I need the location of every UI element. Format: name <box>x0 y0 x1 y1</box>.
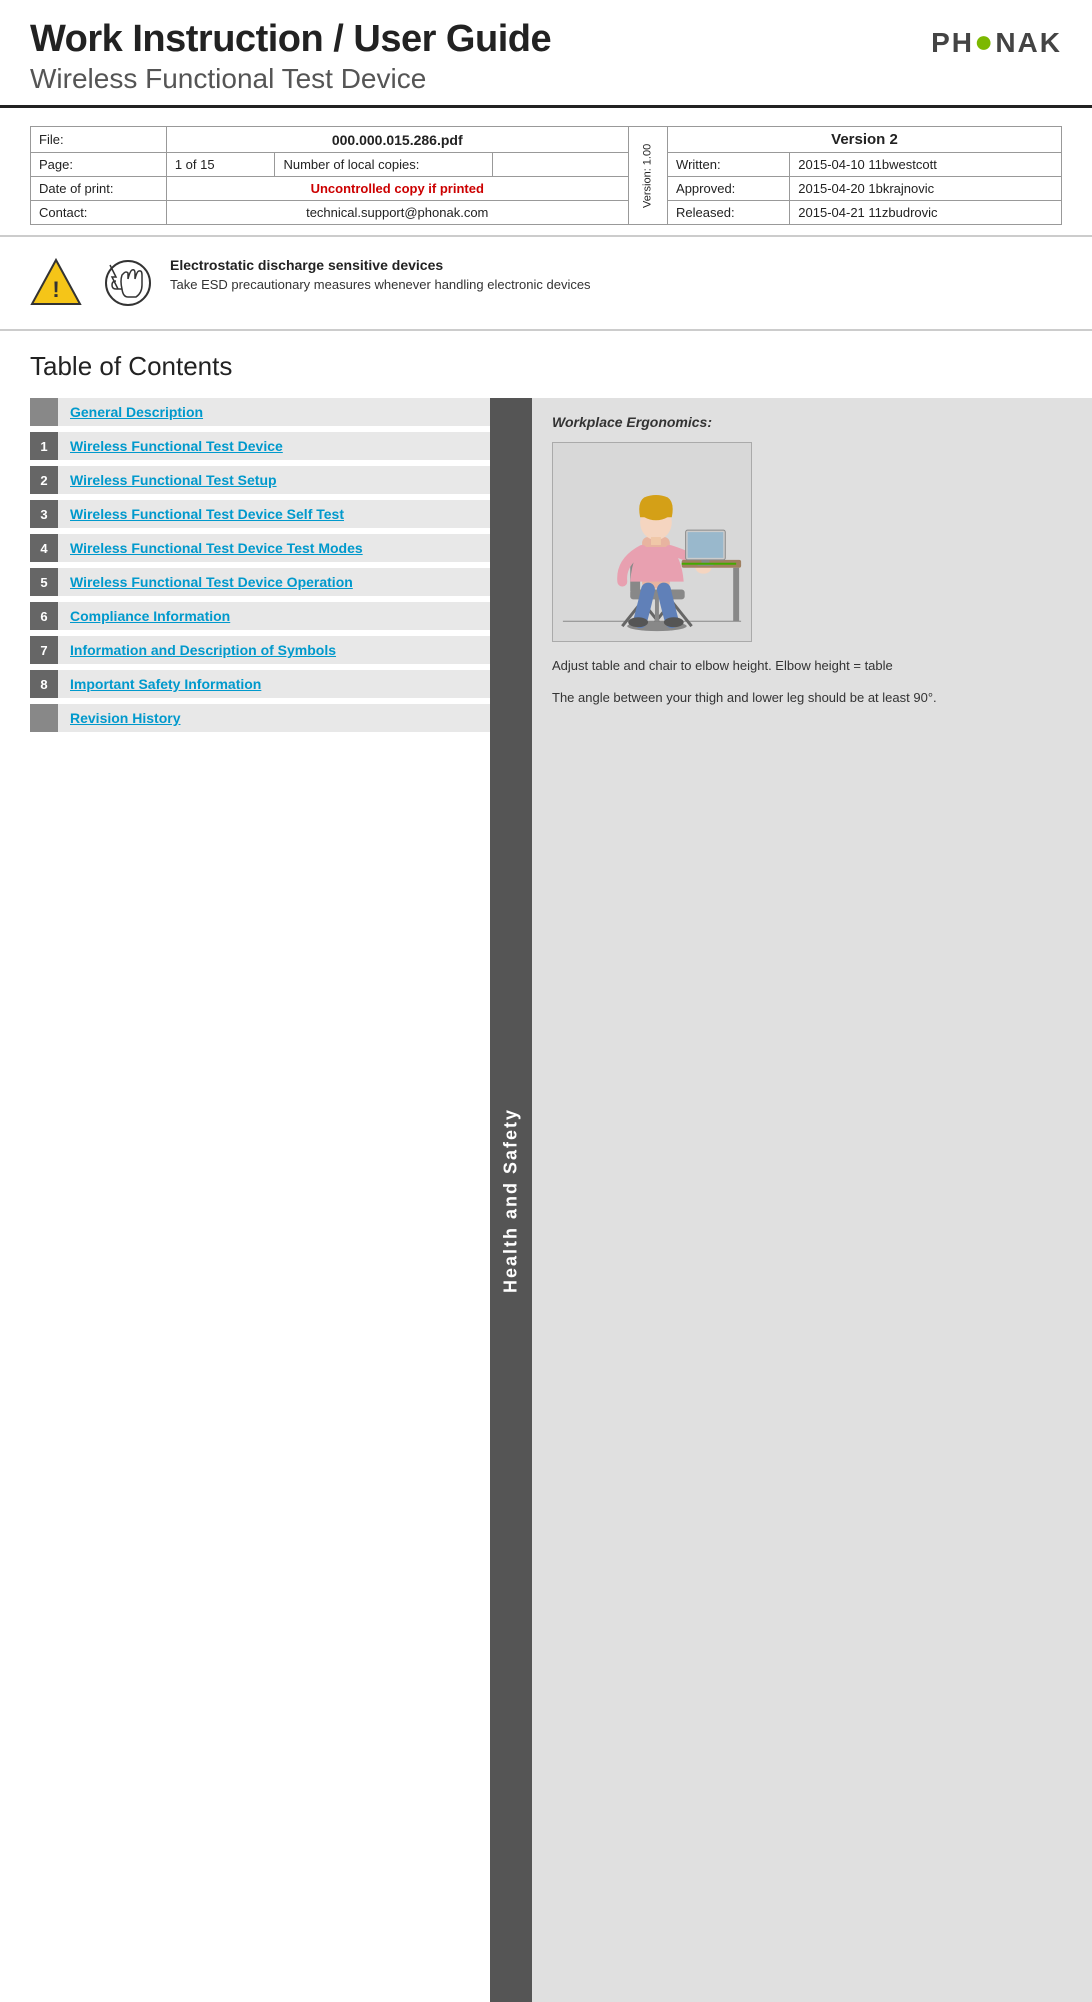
toc-item-label-wrap: General Description <box>58 398 490 426</box>
toc-item-link[interactable]: Important Safety Information <box>70 676 261 692</box>
doc-info-table: File: 000.000.015.286.pdf Version: 1.00 … <box>30 126 1062 225</box>
toc-item-label-wrap: Wireless Functional Test Device Operatio… <box>58 568 490 596</box>
page-header: Work Instruction / User Guide Wireless F… <box>0 0 1092 108</box>
ergonomics-title: Workplace Ergonomics: <box>552 414 1072 430</box>
toc-item: 7 Information and Description of Symbols <box>30 636 490 664</box>
esd-text-block: Electrostatic discharge sensitive device… <box>170 257 591 292</box>
toc-item-label-wrap: Wireless Functional Test Device Test Mod… <box>58 534 490 562</box>
uncontrolled-label: Uncontrolled copy if printed <box>311 181 484 196</box>
toc-item-link[interactable]: Information and Description of Symbols <box>70 642 336 658</box>
toc-item-label-wrap: Revision History <box>58 704 490 732</box>
toc-main: General Description 1 Wireless Functional … <box>0 398 1092 2002</box>
toc-item: 2 Wireless Functional Test Setup <box>30 466 490 494</box>
date-label: Date of print: <box>31 177 167 201</box>
toc-section: Table of Contents General Description 1 Wi… <box>0 331 1092 2002</box>
doc-contact-row: Contact: technical.support@phonak.com Re… <box>31 201 1062 225</box>
esd-warning: ! Electrostatic discharge sensitive devi… <box>0 237 1092 329</box>
document-info: File: 000.000.015.286.pdf Version: 1.00 … <box>0 108 1092 237</box>
toc-item-number: 7 <box>30 636 58 664</box>
doc-date-row: Date of print: Uncontrolled copy if prin… <box>31 177 1062 201</box>
toc-item-label-wrap: Wireless Functional Test Device Self Tes… <box>58 500 490 528</box>
toc-item: Revision History <box>30 704 490 732</box>
version-label: Version 2 <box>668 127 1062 153</box>
toc-item: 5 Wireless Functional Test Device Operati… <box>30 568 490 596</box>
phonak-logo: PH●NAK <box>931 23 1062 60</box>
toc-item-link[interactable]: Compliance Information <box>70 608 230 624</box>
ergonomics-svg <box>553 442 751 642</box>
approved-label: Approved: <box>668 177 790 201</box>
toc-item-link[interactable]: Wireless Functional Test Device <box>70 438 283 454</box>
contact-value: technical.support@phonak.com <box>166 201 628 225</box>
file-value: 000.000.015.286.pdf <box>166 127 628 153</box>
toc-item-link[interactable]: Wireless Functional Test Setup <box>70 472 277 488</box>
doc-page-row: Page: 1 of 15 Number of local copies: Wr… <box>31 153 1062 177</box>
toc-item: 4 Wireless Functional Test Device Test Mo… <box>30 534 490 562</box>
toc-item-link[interactable]: General Description <box>70 404 203 420</box>
toc-item-number <box>30 704 58 732</box>
released-value: 2015-04-21 11zbudrovic <box>790 201 1062 225</box>
local-copies-label: Number of local copies: <box>275 153 492 177</box>
toc-item-number: 8 <box>30 670 58 698</box>
health-safety-sidebar: Health and Safety <box>490 398 532 2002</box>
toc-item-link[interactable]: Wireless Functional Test Device Self Tes… <box>70 506 344 522</box>
file-label: File: <box>31 127 167 153</box>
toc-item: 1 Wireless Functional Test Device <box>30 432 490 460</box>
toc-item: 8 Important Safety Information <box>30 670 490 698</box>
esd-title: Electrostatic discharge sensitive device… <box>170 257 591 273</box>
toc-item-number: 3 <box>30 500 58 528</box>
toc-item-number: 4 <box>30 534 58 562</box>
toc-item: General Description <box>30 398 490 426</box>
toc-item: 3 Wireless Functional Test Device Self Te… <box>30 500 490 528</box>
sidebar-label: Health and Safety <box>490 398 532 2002</box>
toc-item-link[interactable]: Wireless Functional Test Device Test Mod… <box>70 540 363 556</box>
version-rotated: Version: 1.00 <box>628 127 667 225</box>
page-title-sub: Wireless Functional Test Device <box>30 63 551 95</box>
approved-value: 2015-04-20 1bkrajnovic <box>790 177 1062 201</box>
ergonomics-caption1: Adjust table and chair to elbow height. … <box>552 656 1072 676</box>
local-copies-value <box>492 153 628 177</box>
written-label: Written: <box>668 153 790 177</box>
toc-item-link[interactable]: Wireless Functional Test Device Operatio… <box>70 574 353 590</box>
toc-list: General Description 1 Wireless Functional … <box>0 398 490 2002</box>
ergonomics-panel: Workplace Ergonomics: <box>532 398 1092 2002</box>
toc-item: 6 Compliance Information <box>30 602 490 630</box>
toc-item-label-wrap: Information and Description of Symbols <box>58 636 490 664</box>
toc-title: Table of Contents <box>30 351 1092 382</box>
toc-item-label-wrap: Wireless Functional Test Setup <box>58 466 490 494</box>
written-value: 2015-04-10 11bwestcott <box>790 153 1062 177</box>
page-label: Page: <box>31 153 167 177</box>
toc-item-number: 6 <box>30 602 58 630</box>
contact-label: Contact: <box>31 201 167 225</box>
svg-text:!: ! <box>52 277 59 302</box>
page-title-main: Work Instruction / User Guide <box>30 18 551 61</box>
toc-item-label-wrap: Important Safety Information <box>58 670 490 698</box>
esd-description: Take ESD precautionary measures whenever… <box>170 277 591 292</box>
toc-item-number <box>30 398 58 426</box>
toc-item-number: 1 <box>30 432 58 460</box>
released-label: Released: <box>668 201 790 225</box>
page-value: 1 of 15 <box>166 153 275 177</box>
toc-item-label-wrap: Compliance Information <box>58 602 490 630</box>
ergonomics-caption2: The angle between your thigh and lower l… <box>552 688 1072 708</box>
toc-item-label-wrap: Wireless Functional Test Device <box>58 432 490 460</box>
doc-file-row: File: 000.000.015.286.pdf Version: 1.00 … <box>31 127 1062 153</box>
esd-icon: ! <box>30 257 82 309</box>
ergonomics-image <box>552 442 752 642</box>
toc-item-number: 5 <box>30 568 58 596</box>
esd-hand-icon <box>102 257 154 309</box>
toc-item-link[interactable]: Revision History <box>70 710 180 726</box>
toc-item-number: 2 <box>30 466 58 494</box>
